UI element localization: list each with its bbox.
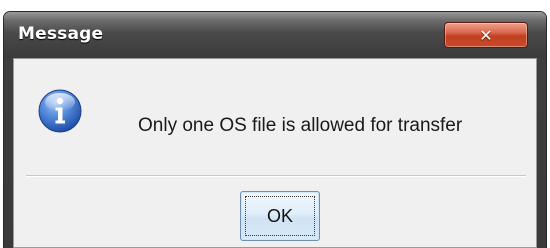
ok-button[interactable]: OK [240, 191, 320, 241]
titlebar[interactable]: Message ✕ [4, 12, 546, 58]
message-dialog: Message ✕ Only one OS file is allowed fo… [4, 12, 546, 248]
dialog-content: Only one OS file is allowed for transfer… [13, 58, 537, 248]
close-button[interactable]: ✕ [444, 22, 528, 48]
close-icon: ✕ [479, 25, 493, 45]
separator [26, 175, 526, 177]
ok-button-label: OK [266, 205, 293, 226]
message-text: Only one OS file is allowed for transfer [138, 115, 463, 136]
dialog-title: Message [18, 24, 104, 44]
info-icon [38, 89, 82, 133]
